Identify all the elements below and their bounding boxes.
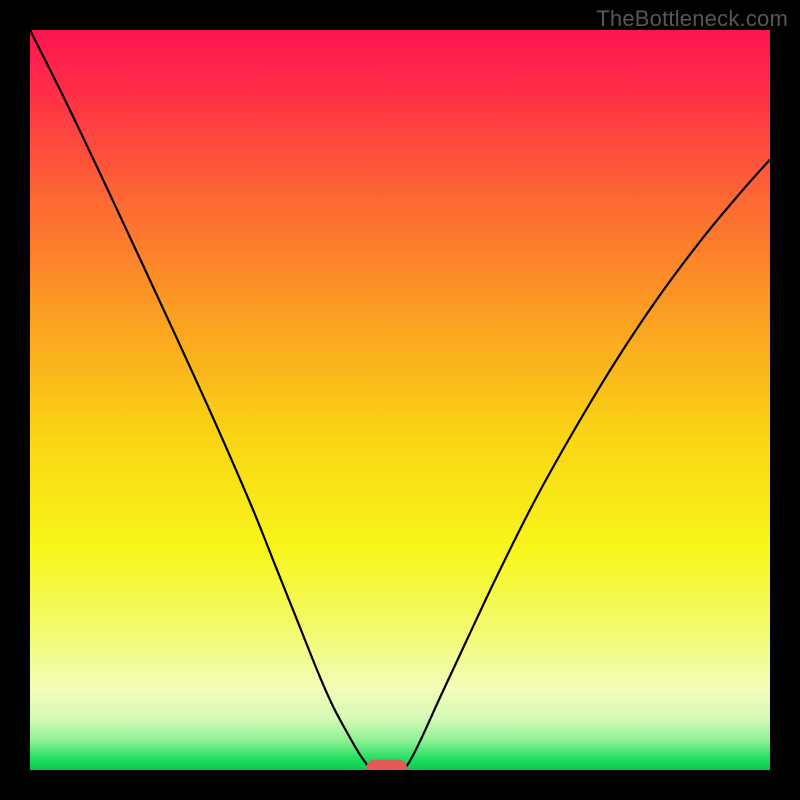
plot-area xyxy=(30,30,770,770)
gradient-background xyxy=(30,30,770,770)
minimum-marker xyxy=(366,760,407,770)
watermark-label: TheBottleneck.com xyxy=(596,6,788,32)
chart-svg xyxy=(30,30,770,770)
chart-frame: TheBottleneck.com xyxy=(0,0,800,800)
